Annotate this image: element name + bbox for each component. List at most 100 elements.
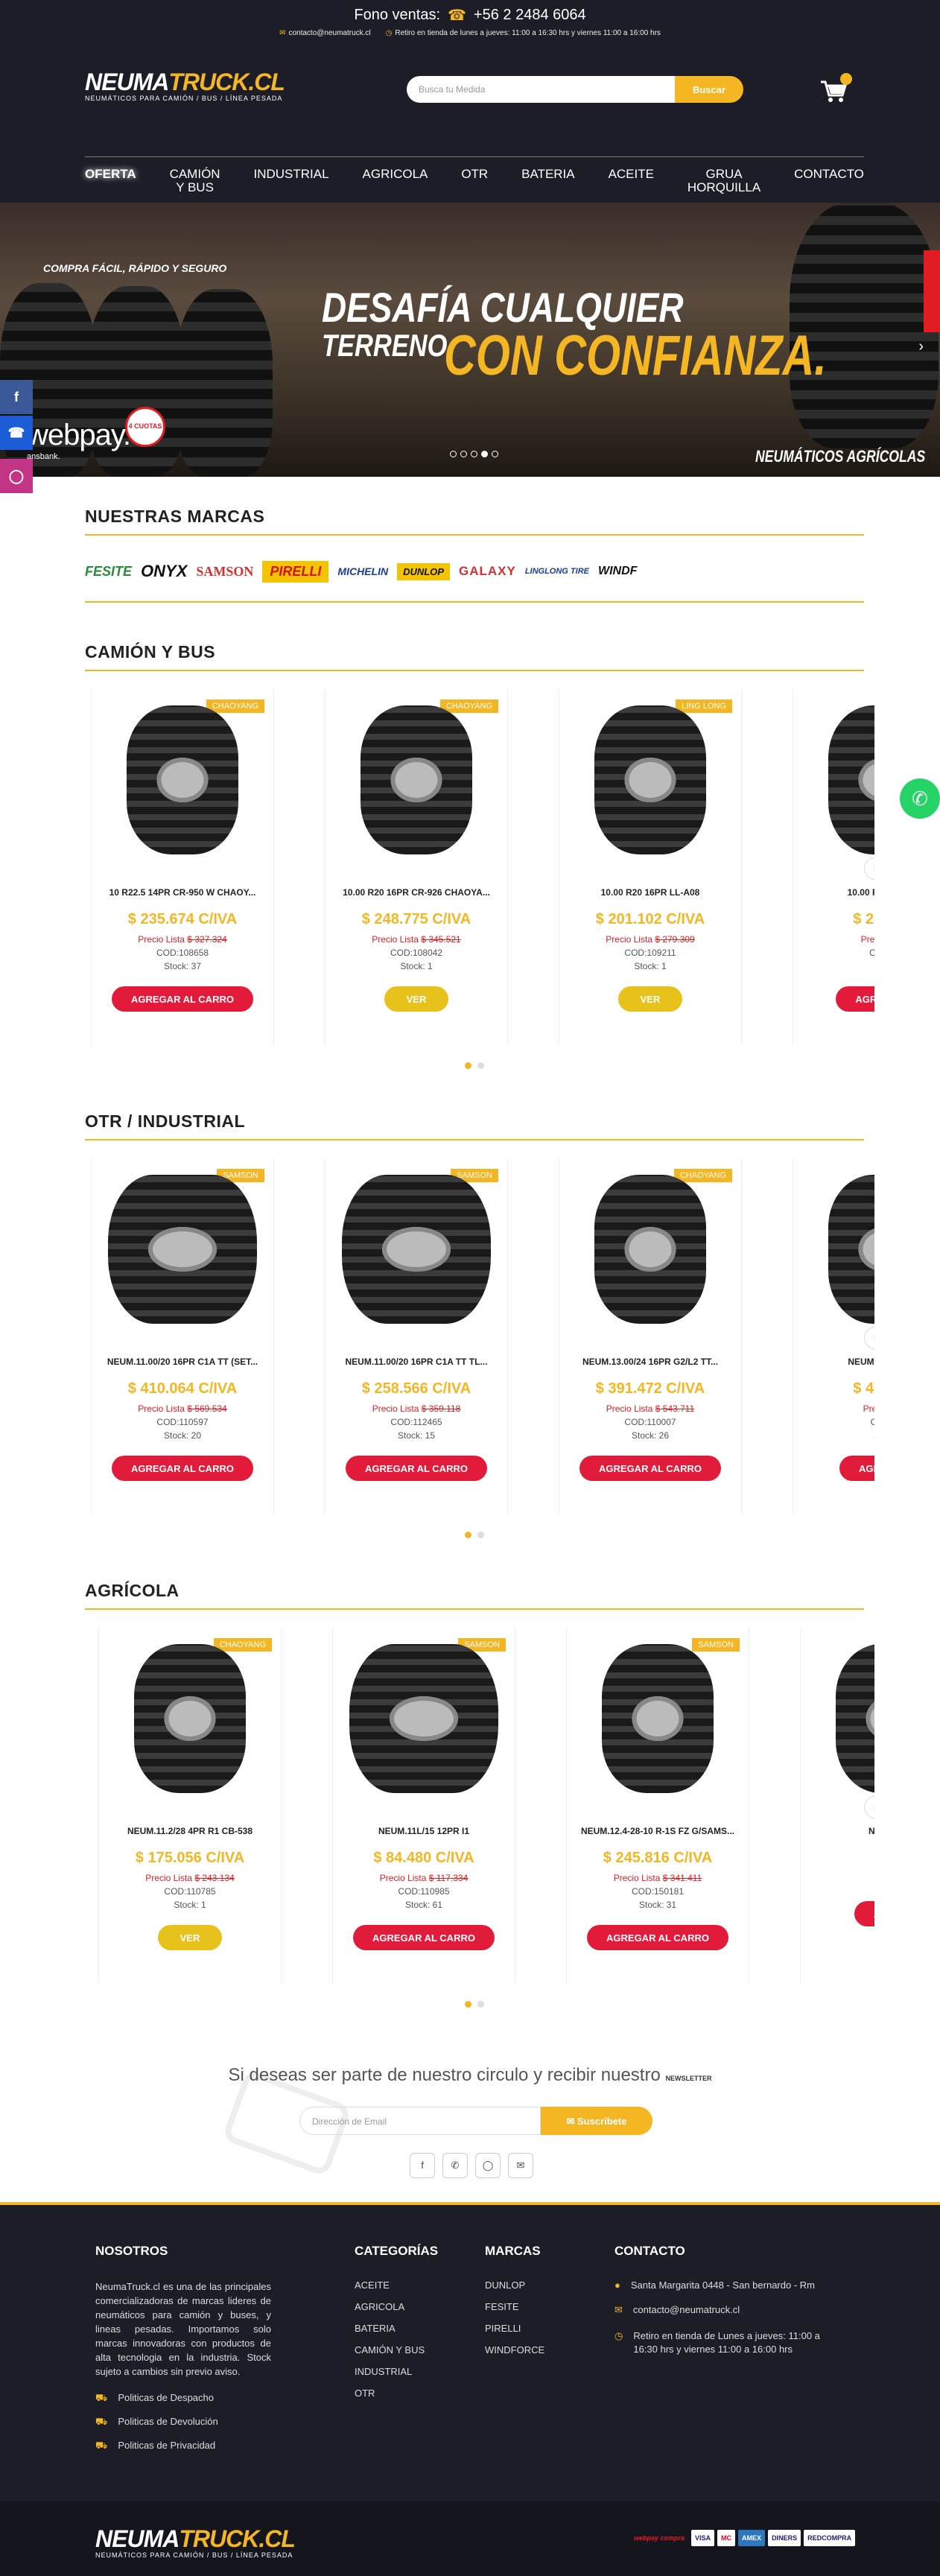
add-to-cart-button[interactable]: AGREGAR AL CARRO	[112, 1456, 253, 1481]
logo[interactable]: NEUMATRUCK.CL NEUMÁTICOS PARA CAMIÓN / B…	[85, 69, 285, 102]
add-to-cart-button[interactable]: AGREGAR AL CARRO	[353, 1925, 495, 1950]
footer-logo[interactable]: NEUMATRUCK.CL NEUMÁTICOS PARA CAMIÓN / B…	[95, 2525, 296, 2559]
email-field[interactable]: Dirección de Email	[299, 2107, 541, 2135]
search-button[interactable]: Buscar	[675, 76, 743, 103]
nav-aceite[interactable]: ACEITE	[609, 168, 654, 194]
instagram-icon[interactable]: ◯	[475, 2153, 501, 2178]
product-card[interactable]: CHAOYANG NEUM.11.2/28 4PR R1 CB-538 $ 175.…	[98, 1628, 282, 1984]
footer-brand-link[interactable]: DUNLOP	[485, 2280, 544, 2291]
carousel-dot[interactable]	[477, 1062, 484, 1069]
footer-brand-link[interactable]: FESITE	[485, 2301, 544, 2312]
product-card[interactable]: 10.00 R20 18PR...$ 255.6...Precio Lista …	[793, 689, 874, 1045]
product-card[interactable]: SAMSON NEUM.12.4-28-10 R-1S FZ G/SAMS... $…	[566, 1628, 749, 1984]
footer-category-link[interactable]: INDUSTRIAL	[355, 2366, 438, 2377]
footer-email[interactable]: ✉ contacto@neumatruck.cl	[615, 2304, 845, 2316]
product-image[interactable]: SAMSON	[333, 1628, 515, 1806]
product-image[interactable]: LING LONG	[559, 689, 741, 868]
brand-logo[interactable]: ONYX	[141, 562, 187, 581]
nav-otr[interactable]: OTR	[461, 168, 488, 194]
view-button[interactable]: VER	[157, 1925, 223, 1950]
phone-number[interactable]: +56 2 2484 6064	[474, 7, 586, 24]
product-card[interactable]: SAMSON NEUM.11.00/20 16PR C1A TT TL... $ 2…	[325, 1158, 508, 1514]
add-to-cart-button[interactable]: AGREGA...	[839, 1456, 874, 1481]
product-image[interactable]: CHAOYANG	[559, 1158, 741, 1337]
product-card[interactable]: NEUM.14.00 R2... $ 490.4... Precio Li... C…	[793, 1158, 874, 1514]
product-name[interactable]: NEUM.13.00/24 16PR G2/L2 TT...	[559, 1357, 741, 1367]
footer-policy-link[interactable]: ⛟ Politicas de Privacidad	[95, 2440, 271, 2453]
footer-brand-link[interactable]: PIRELLI	[485, 2323, 544, 2334]
product-name[interactable]: 10.00 R20 18PR...	[793, 887, 874, 898]
product-card[interactable]: CHAOYANG 10.00 R20 16PR CR-926 CHAOYA... $…	[325, 689, 508, 1045]
footer-category-link[interactable]: ACEITE	[355, 2280, 438, 2291]
footer-category-link[interactable]: BATERIA	[355, 2323, 438, 2334]
banner-dot-active[interactable]	[481, 451, 488, 457]
brand-logo[interactable]: MICHELIN	[337, 565, 388, 577]
brand-logo[interactable]: DUNLOP	[397, 562, 450, 580]
product-name[interactable]: 10.00 R20 16PR CR-926 CHAOYA...	[325, 887, 507, 898]
banner-dot[interactable]	[460, 451, 467, 457]
view-button[interactable]: VER	[617, 986, 683, 1012]
add-to-cart-button[interactable]: AGREGAR AL CARRO	[346, 1456, 487, 1481]
product-image[interactable]	[801, 1628, 874, 1806]
banner-dot[interactable]	[471, 451, 477, 457]
instagram-icon[interactable]: ◯	[0, 459, 33, 493]
whatsapp-icon[interactable]: ✆	[442, 2153, 468, 2178]
top-email[interactable]: ✉ contacto@neumatruck.cl	[279, 29, 371, 37]
product-image[interactable]	[793, 1158, 874, 1337]
sales-phone[interactable]: Fono ventas: ☎ +56 2 2484 6064	[0, 6, 940, 25]
product-card[interactable]: NEUM.13... $ 2... Precio... AGRE...	[800, 1628, 874, 1984]
whatsapp-icon[interactable]: ✆	[900, 778, 940, 819]
banner-dot[interactable]	[450, 451, 457, 457]
footer-category-link[interactable]: CAMIÓN Y BUS	[355, 2344, 438, 2355]
carousel-dot-active[interactable]	[465, 1532, 471, 1538]
side-red-tab[interactable]	[924, 250, 940, 332]
product-name[interactable]: 10 R22.5 14PR CR-950 W CHAOY...	[92, 887, 273, 898]
footer-policy-link[interactable]: ⛟ Politicas de Devolución	[95, 2416, 271, 2429]
product-name[interactable]: NEUM.11.00/20 16PR C1A TT TL...	[325, 1357, 507, 1367]
banner-next-arrow[interactable]: ›	[918, 338, 924, 355]
banner-dot[interactable]	[492, 451, 498, 457]
mail-icon[interactable]: ✉	[508, 2153, 533, 2178]
brand-logo[interactable]: LINGLONG TIRE	[525, 567, 589, 576]
product-image[interactable]: SAMSON	[325, 1158, 507, 1337]
nav-contacto[interactable]: CONTACTO	[794, 168, 864, 194]
footer-policy-link[interactable]: ⛟ Politicas de Despacho	[95, 2392, 271, 2405]
brand-logo[interactable]: FESITE	[85, 564, 132, 580]
carousel-dot[interactable]	[477, 2001, 484, 2008]
phone-side-icon[interactable]: ☎	[0, 416, 33, 450]
nav-bateria[interactable]: BATERIA	[521, 168, 574, 194]
hero-banner[interactable]: COMPRA FÁCIL, RÁPIDO Y SEGURO DESAFÍA CU…	[0, 203, 940, 477]
add-to-cart-button[interactable]: AGREGAR...	[836, 986, 874, 1012]
nav-grua-horquilla[interactable]: GRUA HORQUILLA	[687, 168, 760, 194]
nav-camion-bus[interactable]: CAMIÓN Y BUS	[170, 168, 220, 194]
product-card[interactable]: LING LONG 10.00 R20 16PR LL-A08 $ 201.102 …	[559, 689, 742, 1045]
product-card[interactable]: SAMSON NEUM.11.00/20 16PR C1A TT (SET... $…	[91, 1158, 274, 1514]
product-name[interactable]: NEUM.14.00 R2...	[793, 1357, 874, 1367]
footer-category-link[interactable]: OTR	[355, 2388, 438, 2399]
footer-category-link[interactable]: AGRICOLA	[355, 2301, 438, 2312]
product-card[interactable]: CHAOYANG NEUM.13.00/24 16PR G2/L2 TT... $ …	[559, 1158, 742, 1514]
product-image[interactable]: SAMSON	[92, 1158, 273, 1337]
product-name[interactable]: 10.00 R20 16PR LL-A08	[559, 887, 741, 898]
add-to-cart-button[interactable]: AGREGAR AL CARRO	[579, 1456, 721, 1481]
product-name[interactable]: NEUM.11.00/20 16PR C1A TT (SET...	[92, 1357, 273, 1367]
product-image[interactable]: CHAOYANG	[99, 1628, 281, 1806]
facebook-icon[interactable]: f	[410, 2153, 435, 2178]
top-email-text[interactable]: contacto@neumatruck.cl	[288, 29, 370, 37]
view-button[interactable]: VER	[384, 986, 449, 1012]
product-name[interactable]: NEUM.11.2/28 4PR R1 CB-538	[99, 1826, 281, 1836]
carousel-dot-active[interactable]	[465, 1062, 471, 1069]
carousel-dot-active[interactable]	[465, 2001, 471, 2008]
nav-agricola[interactable]: AGRICOLA	[363, 168, 428, 194]
carousel-dot[interactable]	[477, 1532, 484, 1538]
facebook-icon[interactable]: f	[0, 380, 33, 414]
brand-logo[interactable]: GALAXY	[459, 564, 516, 579]
subscribe-button[interactable]: ✉ Suscribete	[541, 2107, 652, 2135]
product-name[interactable]: NEUM.13...	[801, 1826, 874, 1836]
product-card[interactable]: CHAOYANG 10 R22.5 14PR CR-950 W CHAOY... $…	[91, 689, 274, 1045]
product-image[interactable]: CHAOYANG	[325, 689, 507, 868]
add-to-cart-button[interactable]: AGRE...	[854, 1901, 874, 1926]
nav-industrial[interactable]: INDUSTRIAL	[254, 168, 329, 194]
product-image[interactable]	[793, 689, 874, 868]
add-to-cart-button[interactable]: AGREGAR AL CARRO	[587, 1925, 728, 1950]
